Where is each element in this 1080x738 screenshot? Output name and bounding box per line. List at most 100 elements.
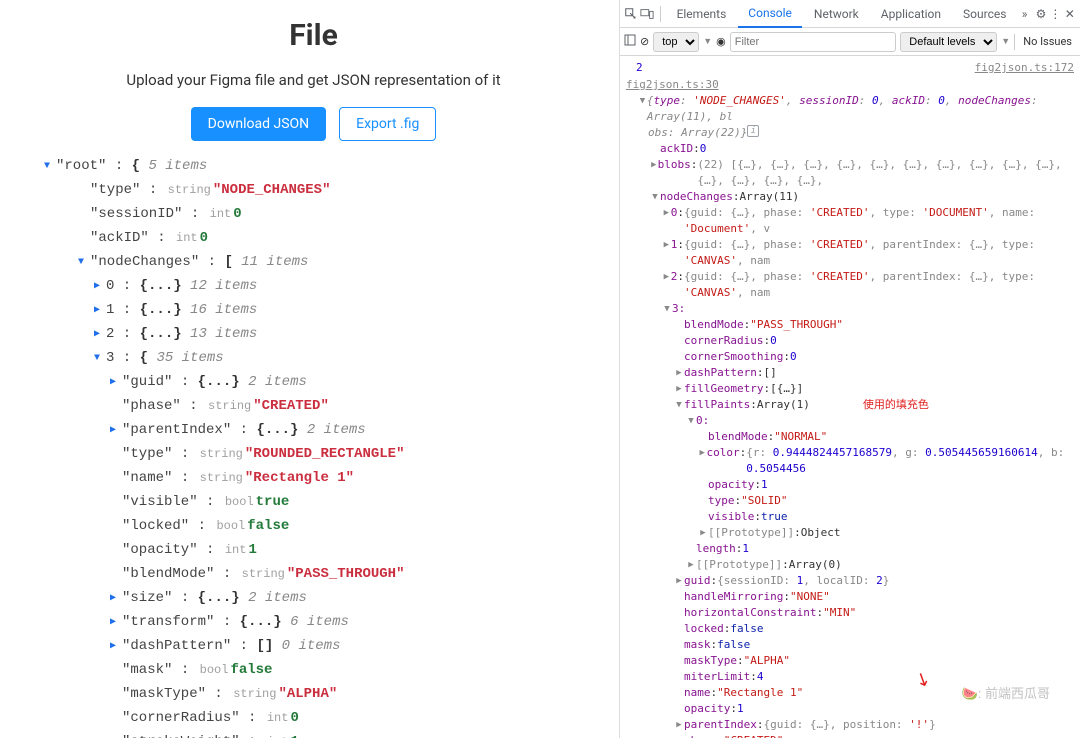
tree-nodechanges[interactable]: ▼"nodeChanges" : [ 11 items	[26, 251, 619, 275]
console-row[interactable]: ▶opacity: 1	[626, 477, 1074, 493]
console-row[interactable]: ▶blobs: (22) [{…}, {…}, {…}, {…}, {…}, {…	[626, 157, 1074, 189]
chevron-right-icon[interactable]: ▶	[110, 588, 122, 610]
export-fig-button[interactable]: Export .fig	[339, 107, 436, 141]
console-row[interactable]: ▶name: "Rectangle 1"	[626, 685, 1074, 701]
tree-locked[interactable]: ▶"locked" : boolfalse	[26, 515, 619, 539]
console-row[interactable]: ▼fillPaints: Array(1) 使用的填充色	[626, 397, 1074, 413]
more-tabs-icon[interactable]: »	[1018, 3, 1030, 25]
chevron-right-icon[interactable]: ▶	[698, 445, 707, 477]
tab-application[interactable]: Application	[871, 1, 951, 27]
console-row[interactable]: ▶2fig2json.ts:172	[626, 60, 1074, 77]
chevron-right-icon[interactable]: ▶	[110, 636, 122, 658]
tree-opacity[interactable]: ▶"opacity" : int1	[26, 539, 619, 563]
console-row[interactable]: ▶type: "SOLID"	[626, 493, 1074, 509]
chevron-right-icon[interactable]: ▶	[110, 420, 122, 442]
source-link[interactable]: fig2json.ts:30	[626, 78, 719, 91]
sidebar-toggle-icon[interactable]	[624, 34, 636, 49]
console-row[interactable]: ▼{type: 'NODE_CHANGES', sessionID: 0, ac…	[626, 93, 1074, 125]
console-row[interactable]: ▶miterLimit: 4	[626, 669, 1074, 685]
console-row[interactable]: ▼nodeChanges: Array(11)	[626, 189, 1074, 205]
console-row[interactable]: ▶ackID: 0	[626, 141, 1074, 157]
tree-parentindex[interactable]: ▶"parentIndex" : {...} 2 items	[26, 419, 619, 443]
live-expression-icon[interactable]: ◉	[716, 35, 726, 48]
download-json-button[interactable]: Download JSON	[191, 107, 326, 141]
tab-network[interactable]: Network	[804, 1, 869, 27]
chevron-down-icon[interactable]: ▼	[78, 252, 90, 274]
chevron-right-icon[interactable]: ▶	[94, 324, 106, 346]
tree-nc-3[interactable]: ▼3 : { 35 items	[26, 347, 619, 371]
tab-console[interactable]: Console	[738, 0, 802, 28]
tree-visible[interactable]: ▶"visible" : booltrue	[26, 491, 619, 515]
chevron-right-icon[interactable]: ▶	[674, 717, 684, 733]
chevron-right-icon[interactable]: ▶	[110, 372, 122, 394]
tree-nc-2[interactable]: ▶2 : {...} 13 items	[26, 323, 619, 347]
console-row[interactable]: ▼0:	[626, 413, 1074, 429]
chevron-right-icon[interactable]: ▶	[698, 525, 708, 541]
filter-input[interactable]	[730, 32, 897, 52]
gear-icon[interactable]: ⚙	[1035, 3, 1047, 25]
chevron-down-icon[interactable]: ▼	[94, 348, 106, 370]
tab-sources[interactable]: Sources	[953, 1, 1016, 27]
console-row[interactable]: ▶blendMode: "NORMAL"	[626, 429, 1074, 445]
tree-type3[interactable]: ▶"type" : string"ROUNDED_RECTANGLE"	[26, 443, 619, 467]
console-row[interactable]: ▶blendMode: "PASS_THROUGH"	[626, 317, 1074, 333]
chevron-down-icon[interactable]: ▼	[44, 156, 56, 178]
chevron-down-icon[interactable]: ▼	[650, 189, 660, 205]
tree-sessionid[interactable]: ▼"sessionID" : int0	[26, 203, 619, 227]
chevron-down-icon[interactable]: ▼	[638, 93, 647, 125]
tree-strokeweight[interactable]: ▶"strokeWeight" : int1	[26, 731, 619, 738]
console-row[interactable]: ▼3:	[626, 301, 1074, 317]
console-row[interactable]: ▶parentIndex: {guid: {…}, position: '!'}	[626, 717, 1074, 733]
chevron-right-icon[interactable]: ▶	[662, 205, 671, 237]
tree-transform[interactable]: ▶"transform" : {...} 6 items	[26, 611, 619, 635]
chevron-right-icon[interactable]: ▶	[674, 573, 684, 589]
console-row[interactable]: ▶fillGeometry: [{…}]	[626, 381, 1074, 397]
console-row[interactable]: ▶cornerRadius: 0	[626, 333, 1074, 349]
tree-guid[interactable]: ▶"guid" : {...} 2 items	[26, 371, 619, 395]
chevron-right-icon[interactable]: ▶	[94, 300, 106, 322]
close-icon[interactable]: ✕	[1064, 3, 1076, 25]
tree-cornerradius[interactable]: ▶"cornerRadius" : int0	[26, 707, 619, 731]
chevron-down-icon[interactable]: ▼	[686, 413, 696, 429]
console-row[interactable]: ▶guid: {sessionID: 1, localID: 2}	[626, 573, 1074, 589]
tree-masktype[interactable]: ▶"maskType" : string"ALPHA"	[26, 683, 619, 707]
chevron-right-icon[interactable]: ▶	[94, 276, 106, 298]
console-row[interactable]: ▶maskType: "ALPHA"	[626, 653, 1074, 669]
tree-phase[interactable]: ▶"phase" : string"CREATED"	[26, 395, 619, 419]
clear-console-icon[interactable]: ⊘	[640, 35, 649, 48]
tree-type[interactable]: ▼"type" : string"NODE_CHANGES"	[26, 179, 619, 203]
console-row[interactable]: ▶mask: false	[626, 637, 1074, 653]
chevron-right-icon[interactable]: ▶	[662, 237, 671, 269]
chevron-down-icon[interactable]: ▼	[662, 301, 672, 317]
console-row[interactable]: ▶handleMirroring: "NONE"	[626, 589, 1074, 605]
chevron-right-icon[interactable]: ▶	[662, 269, 671, 301]
tree-mask[interactable]: ▶"mask" : boolfalse	[26, 659, 619, 683]
inspect-icon[interactable]	[624, 3, 638, 25]
tree-nc-1[interactable]: ▶1 : {...} 16 items	[26, 299, 619, 323]
kebab-icon[interactable]: ⋮	[1049, 3, 1061, 25]
chevron-right-icon[interactable]: ▶	[674, 381, 684, 397]
device-toggle-icon[interactable]	[640, 3, 654, 25]
context-select[interactable]: top	[653, 32, 699, 52]
console-row[interactable]: ▶phase: "CREATED"	[626, 733, 1074, 738]
console-row[interactable]: ▶1: {guid: {…}, phase: 'CREATED', parent…	[626, 237, 1074, 269]
tree-name[interactable]: ▶"name" : string"Rectangle 1"	[26, 467, 619, 491]
console-row[interactable]: ▶color: {r: 0.9444824457168579, g: 0.505…	[626, 445, 1074, 477]
tree-nc-0[interactable]: ▶0 : {...} 12 items	[26, 275, 619, 299]
console-row[interactable]: ▶horizontalConstraint: "MIN"	[626, 605, 1074, 621]
console-row[interactable]: ▶opacity: 1	[626, 701, 1074, 717]
console-row[interactable]: ▶visible: true	[626, 509, 1074, 525]
source-link[interactable]: fig2json.ts:172	[975, 60, 1074, 77]
console-row[interactable]: ▶0: {guid: {…}, phase: 'CREATED', type: …	[626, 205, 1074, 237]
chevron-right-icon[interactable]: ▶	[110, 612, 122, 634]
info-icon[interactable]: i	[747, 125, 759, 137]
chevron-right-icon[interactable]: ▶	[650, 157, 658, 189]
chevron-down-icon[interactable]: ▼	[674, 397, 684, 413]
tree-dashpattern[interactable]: ▶"dashPattern" : [] 0 items	[26, 635, 619, 659]
tree-root[interactable]: ▼"root" : { 5 items	[26, 155, 619, 179]
tab-elements[interactable]: Elements	[667, 1, 737, 27]
tree-size[interactable]: ▶"size" : {...} 2 items	[26, 587, 619, 611]
console-row[interactable]: ▶[[Prototype]]: Array(0)	[626, 557, 1074, 573]
console-row[interactable]: ▶dashPattern: []	[626, 365, 1074, 381]
console-row[interactable]: ▶locked: false	[626, 621, 1074, 637]
